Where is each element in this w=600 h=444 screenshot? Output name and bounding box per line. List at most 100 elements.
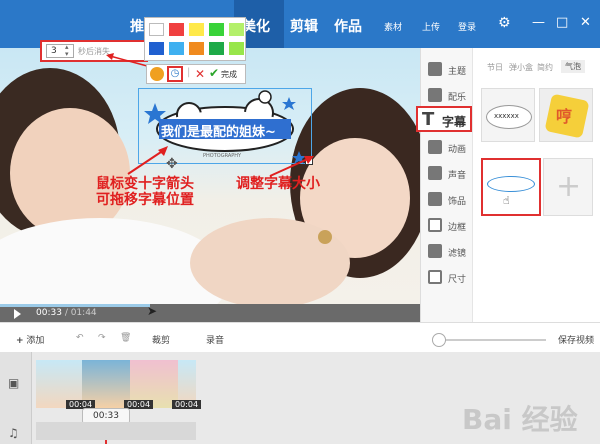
tool-size[interactable]: 尺寸	[424, 264, 470, 290]
tool-theme[interactable]: 主题	[424, 56, 470, 82]
tool-label: 饰品	[448, 197, 467, 207]
total-time: / 01:44	[64, 308, 97, 318]
burst-style-thumb[interactable]: 哼	[539, 88, 593, 142]
duration-timer-icon[interactable]: ◷	[167, 66, 183, 82]
color-picker-icon[interactable]	[150, 67, 164, 81]
login-link[interactable]: 登录	[458, 20, 476, 33]
toolbar-divider: |	[187, 67, 191, 78]
duration-value: 3	[51, 46, 57, 56]
add-style-button[interactable]: +	[543, 158, 593, 216]
materials-link[interactable]: 素材	[384, 20, 402, 33]
photography-tag: PHOTOGRAPHY	[203, 153, 242, 159]
subtab-box[interactable]: 弹小盒	[509, 62, 533, 73]
nav-tab-works[interactable]: 作品	[334, 16, 362, 36]
annotation-move-line2: 可拖移字幕位置	[96, 192, 194, 208]
bubble-text: xxxxxx	[494, 112, 519, 120]
annotation-arrow-resize	[269, 156, 314, 177]
tool-label: 动画	[448, 145, 467, 155]
selected-bubble-shape	[487, 176, 535, 192]
cut-button[interactable]: 裁剪	[152, 333, 170, 346]
speaker-icon	[428, 166, 442, 180]
timeline: ▣ ♫ 00:04 00:04 00:04 00:33 Bai 经验	[0, 352, 600, 444]
tool-animation[interactable]: 动画	[424, 134, 470, 160]
subtab-simple[interactable]: 简约	[537, 62, 553, 73]
time-display: 00:33 / 01:44	[36, 308, 97, 318]
done-button[interactable]: 完成	[221, 69, 237, 80]
color-palette-popup	[144, 17, 246, 61]
nav-tab-beautify[interactable]: 美化	[242, 16, 270, 36]
color-swatch[interactable]	[209, 42, 224, 55]
zoom-slider-knob[interactable]	[432, 333, 446, 347]
track-header: ▣ ♫	[0, 352, 32, 444]
color-swatch[interactable]	[189, 23, 204, 36]
player-controls: 00:33 / 01:44	[0, 304, 420, 322]
undo-icon[interactable]: ↶	[76, 333, 84, 343]
tool-label: 尺寸	[448, 275, 467, 285]
edit-toolbar: + 添加 ↶ ↷ 🗑 裁剪 录音 保存视频	[0, 322, 600, 352]
shirt-icon	[428, 62, 442, 76]
plus-icon: +	[556, 169, 582, 204]
subtab-bubble[interactable]: 气泡	[561, 60, 585, 73]
record-button[interactable]: 录音	[206, 333, 224, 346]
redo-icon[interactable]: ↷	[98, 333, 106, 343]
color-swatch[interactable]	[229, 23, 244, 36]
tool-border[interactable]: 边框	[424, 212, 470, 238]
tool-label: 配乐	[448, 93, 467, 103]
maximize-button[interactable]: □	[556, 15, 568, 30]
annotation-move: 鼠标变十字箭头 可拖移字幕位置	[96, 176, 194, 208]
caption-text[interactable]: 我们是最配的姐妹~	[161, 121, 276, 140]
gear-icon[interactable]: ⚙	[498, 15, 511, 31]
music-note-icon	[428, 88, 442, 102]
subtitle-toolbar: ◷ | ✕ ✔ 完成	[146, 64, 246, 84]
checkmark-icon: ✔	[209, 66, 220, 80]
video-preview[interactable]	[0, 48, 420, 304]
tool-subtitle[interactable]: T 字幕	[416, 106, 472, 132]
add-button[interactable]: + 添加	[16, 333, 44, 346]
tool-sound[interactable]: 声音	[424, 160, 470, 186]
trash-icon[interactable]: 🗑	[120, 333, 131, 343]
text-t-icon: T	[422, 109, 435, 130]
aspect-ratio-icon	[428, 270, 442, 284]
nav-tab-recommend[interactable]: 推	[130, 16, 144, 36]
mouse-pointer-icon: ➤	[147, 304, 158, 318]
wristwatch	[318, 230, 332, 244]
zoom-slider-track[interactable]	[434, 339, 546, 341]
color-swatch[interactable]	[209, 23, 224, 36]
color-swatch[interactable]	[169, 23, 184, 36]
subtab-holiday[interactable]: 节日	[487, 62, 503, 73]
tool-label: 主题	[448, 67, 467, 77]
clip-duration: 00:04	[172, 400, 202, 409]
tool-label: 字幕	[442, 115, 467, 129]
subtitle-style-panel: 节日 弹小盒 简约 气泡 xxxxxx 哼 ☝ +	[472, 48, 600, 322]
tool-music[interactable]: 配乐	[424, 82, 470, 108]
minimize-button[interactable]: —	[532, 15, 545, 30]
color-swatch[interactable]	[229, 42, 244, 55]
tool-label: 声音	[448, 171, 467, 181]
save-video-button[interactable]: 保存视频	[558, 333, 594, 346]
bear-face-icon	[428, 140, 442, 154]
progress-fill	[0, 304, 150, 307]
nav-tab-edit[interactable]: 剪辑	[290, 16, 318, 36]
stepper-down-icon[interactable]: ▾	[65, 50, 69, 58]
bubble-style-thumb[interactable]: xxxxxx	[481, 88, 535, 142]
watermark: Bai 经验	[462, 403, 578, 436]
add-label: 添加	[26, 336, 45, 346]
duration-stepper[interactable]: 3 ▴ ▾	[46, 43, 74, 58]
upload-link[interactable]: 上传	[422, 20, 440, 33]
color-swatch[interactable]	[169, 42, 184, 55]
tool-label: 边框	[448, 223, 467, 233]
audio-track[interactable]	[36, 422, 196, 440]
selected-style-thumb[interactable]: ☝	[481, 158, 541, 216]
tool-decoration[interactable]: 饰品	[424, 186, 470, 212]
color-swatch[interactable]	[189, 42, 204, 55]
annotation-arrow-move	[127, 146, 168, 175]
frame-icon	[428, 218, 442, 232]
hand-pointer-icon: ☝	[503, 194, 510, 207]
color-swatch[interactable]	[149, 23, 164, 36]
delete-icon[interactable]: ✕	[195, 67, 205, 81]
video-track-icon: ▣	[8, 376, 20, 390]
play-icon[interactable]	[14, 309, 21, 319]
tool-filter[interactable]: 滤镜	[424, 238, 470, 264]
close-button[interactable]: ✕	[580, 15, 591, 30]
color-swatch[interactable]	[149, 42, 164, 55]
